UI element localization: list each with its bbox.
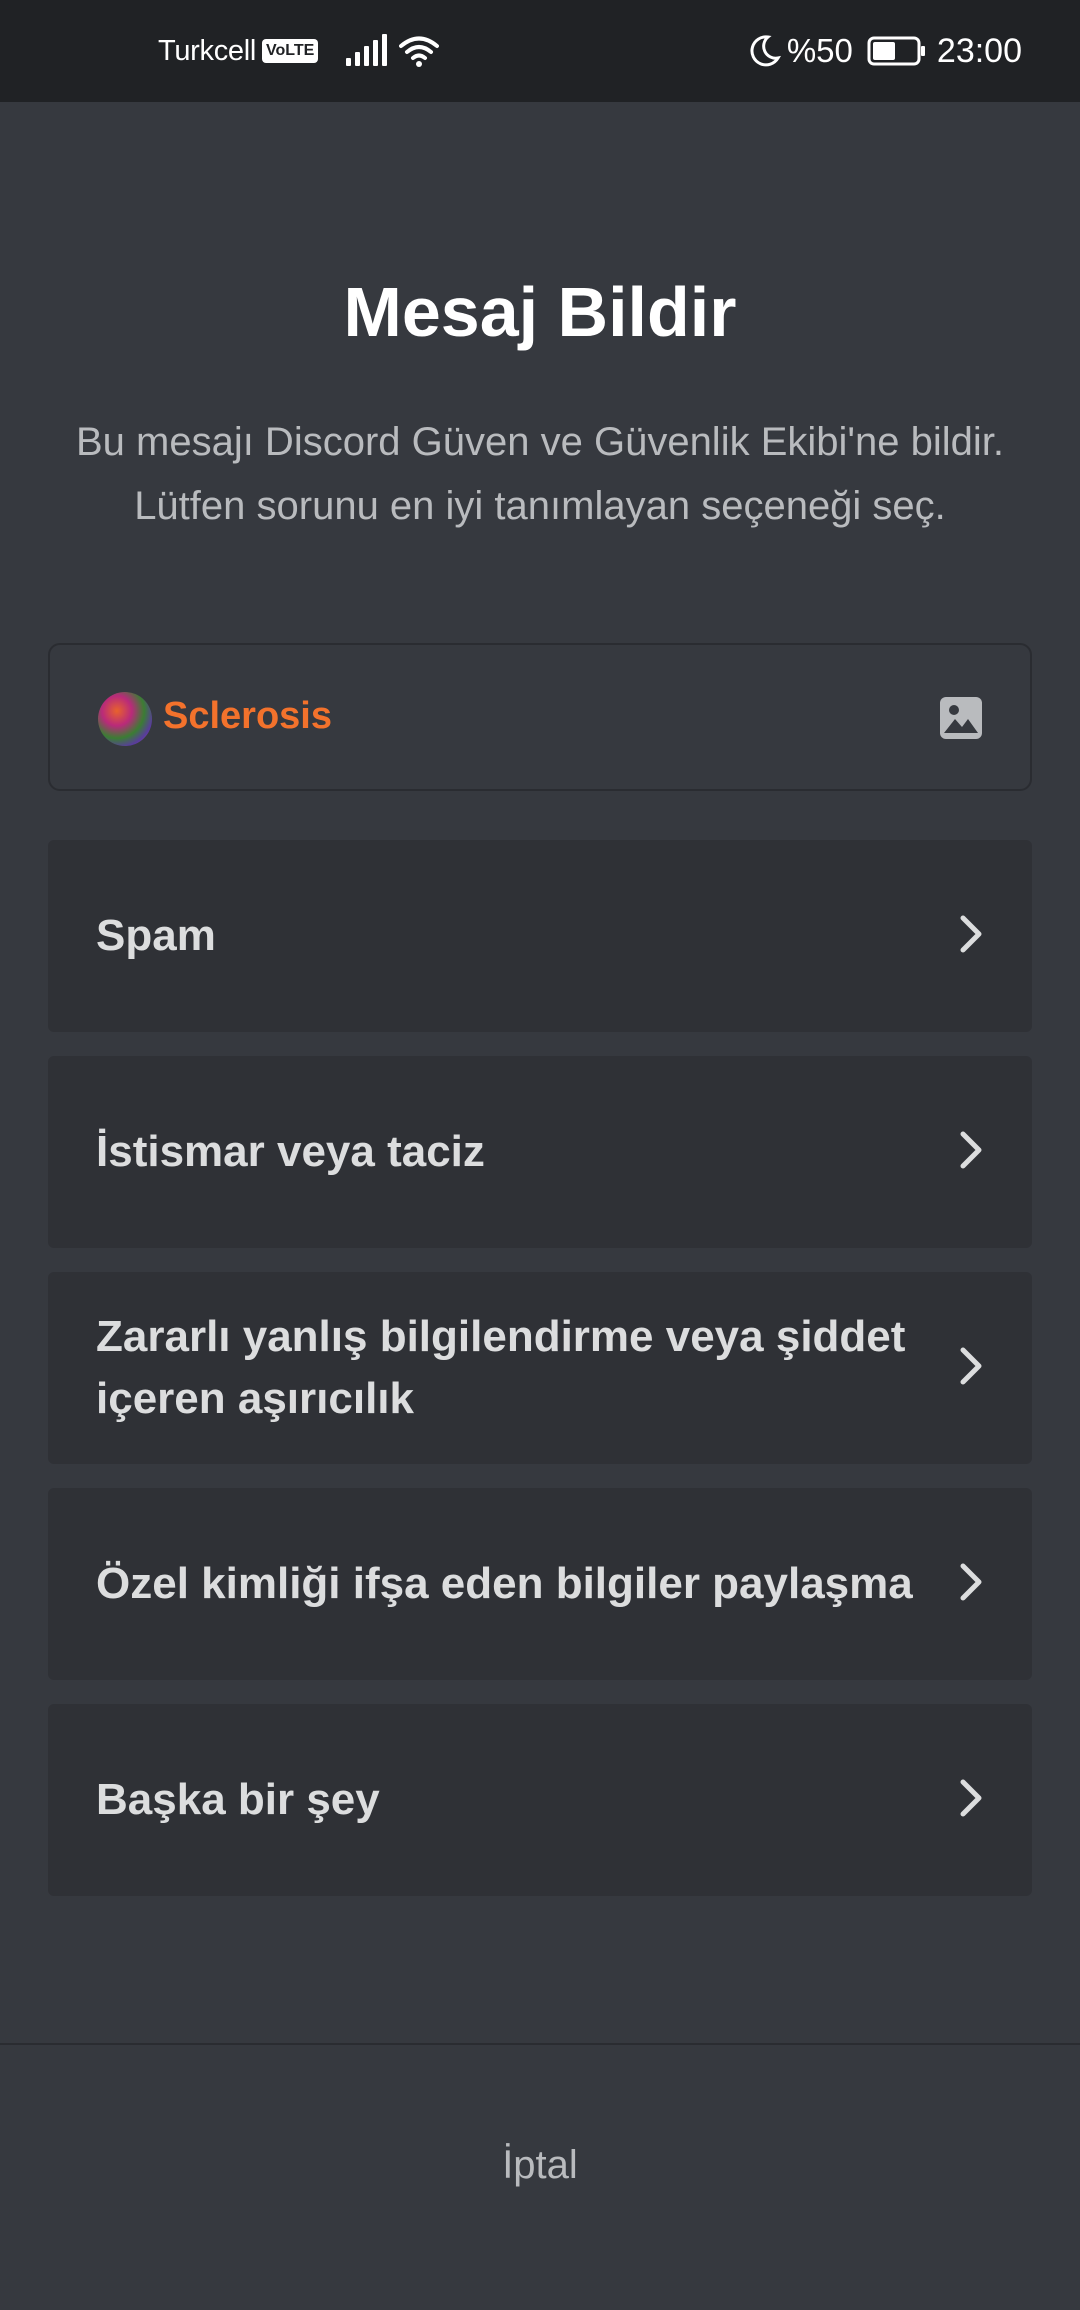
- dialog-subtitle: Bu mesajı Discord Güven ve Güvenlik Ekib…: [75, 420, 1005, 528]
- dialog-title: Mesaj Bildir: [343, 273, 737, 351]
- moon-icon: [750, 35, 781, 67]
- cancel-button[interactable]: İptal: [0, 2140, 1080, 2190]
- option-label: Spam: [96, 911, 216, 960]
- clock: 23:00: [936, 31, 1022, 70]
- chevron-right-icon: [960, 1131, 982, 1169]
- chevron-right-icon: [960, 915, 982, 953]
- status-bar-left: Turkcell VoLTE: [158, 34, 440, 68]
- message-author: Sclerosis: [163, 695, 332, 737]
- carrier-name: Turkcell: [158, 34, 257, 67]
- status-bar: Turkcell VoLTE %50 23:00: [0, 0, 1080, 102]
- battery-percentage: %50: [786, 32, 853, 69]
- option-label: Başka bir şey: [96, 1775, 380, 1824]
- report-option-spam[interactable]: Spam: [48, 840, 1032, 1032]
- option-label: Zararlı yanlış bilgilendirme veya şiddet…: [96, 1312, 906, 1423]
- option-label: Özel kimliği ifşa eden bilgiler paylaşma: [96, 1559, 913, 1608]
- status-bar-right: %50 23:00: [747, 32, 1022, 71]
- wifi-icon: [399, 36, 440, 67]
- report-option-abuse[interactable]: İstismar veya taciz: [48, 1056, 1032, 1248]
- report-option-other[interactable]: Başka bir şey: [48, 1704, 1032, 1896]
- chevron-right-icon: [960, 1347, 982, 1385]
- report-option-doxxing[interactable]: Özel kimliği ifşa eden bilgiler paylaşma: [48, 1488, 1032, 1680]
- chevron-right-icon: [960, 1563, 982, 1601]
- option-label: İstismar veya taciz: [96, 1127, 485, 1176]
- image-icon: [940, 697, 982, 739]
- volte-badge: VoLTE: [262, 39, 319, 63]
- signal-icon: [346, 34, 388, 66]
- report-option-misinformation[interactable]: Zararlı yanlış bilgilendirme veya şiddet…: [48, 1272, 1032, 1464]
- avatar: [98, 692, 152, 746]
- battery-icon: [867, 36, 925, 66]
- message-preview: Sclerosis: [48, 643, 1032, 791]
- chevron-right-icon: [960, 1779, 982, 1817]
- footer-divider: [0, 2043, 1080, 2045]
